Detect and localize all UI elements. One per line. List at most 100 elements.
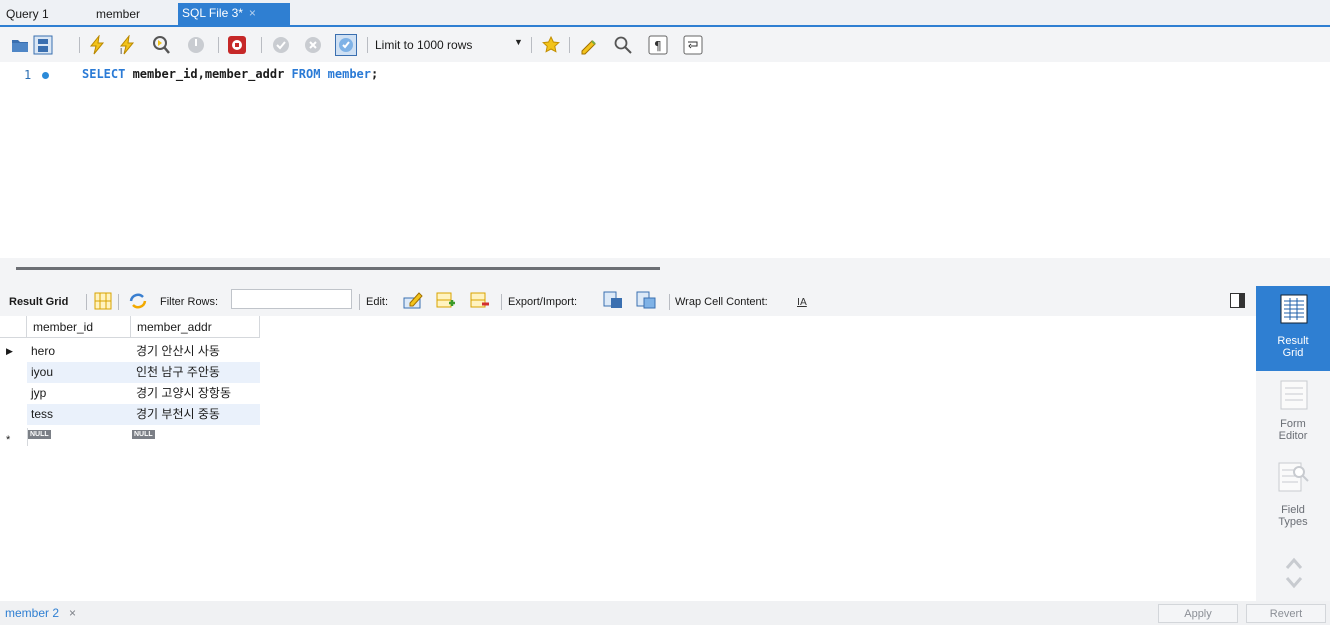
toolbar-separator <box>79 37 80 53</box>
invisible-chars-icon[interactable]: ¶ <box>648 35 668 55</box>
chevron-down-icon[interactable]: ▼ <box>514 37 523 47</box>
svg-text:I: I <box>120 47 122 55</box>
result-grid-view-button[interactable]: Result Grid <box>1256 286 1330 371</box>
rollback-icon[interactable] <box>303 35 323 55</box>
edit-label: Edit: <box>366 296 389 308</box>
filter-rows-input[interactable] <box>231 289 352 309</box>
sql-editor[interactable]: 1 SELECT member_id,member_addr FROM memb… <box>0 62 1330 258</box>
toolbar-separator <box>359 294 360 310</box>
sql-editor-toolbar: I Limit to 1000 rows ▼ ¶ <box>0 27 1330 62</box>
toolbar-separator <box>261 37 262 53</box>
tab-sql-file-3[interactable]: SQL File 3* × <box>178 3 290 25</box>
execute-current-icon[interactable]: I <box>117 35 137 55</box>
execute-icon[interactable] <box>87 35 107 55</box>
revert-button[interactable]: Revert <box>1246 604 1326 623</box>
null-badge[interactable]: NULL <box>28 430 51 439</box>
export-icon[interactable] <box>603 291 623 309</box>
close-tab-icon[interactable]: × <box>249 6 256 20</box>
splitter[interactable] <box>0 258 1330 286</box>
export-import-label: Export/Import: <box>508 296 578 308</box>
tab-label: Query 1 <box>6 7 49 21</box>
column-header-member-id[interactable]: member_id <box>27 316 131 338</box>
open-folder-icon[interactable] <box>10 35 30 55</box>
sql-statement[interactable]: SELECT member_id,member_addr FROM member… <box>82 67 378 81</box>
close-result-tab-icon[interactable]: × <box>69 606 76 620</box>
form-editor-label: Form <box>1280 418 1306 430</box>
stop-icon[interactable] <box>186 35 206 55</box>
form-editor-icon[interactable] <box>1280 380 1308 410</box>
insert-row-icon[interactable] <box>436 291 456 309</box>
table-cell[interactable]: jyp <box>27 383 131 404</box>
tab-member[interactable]: member <box>92 4 144 25</box>
field-types-label: Types <box>1278 516 1308 528</box>
result-grid-label: Grid <box>1282 347 1304 359</box>
result-toolbar: Result Grid Filter Rows: Edit: Export/Im… <box>0 286 1256 316</box>
table-cell[interactable]: 경기 부천시 중동 <box>131 404 260 425</box>
editor-tab-bar: Query 1 member SQL File 3* × <box>0 0 1330 27</box>
horizontal-scrollbar[interactable] <box>16 267 660 270</box>
grid-icon[interactable] <box>94 292 112 310</box>
sql-semicolon: ; <box>371 67 379 81</box>
wrap-icon[interactable] <box>683 35 703 55</box>
autocommit-icon[interactable] <box>335 34 357 56</box>
toolbar-separator <box>118 294 119 310</box>
tab-label: member <box>96 7 141 21</box>
sql-keyword: SELECT <box>82 67 126 81</box>
grid-divider <box>27 428 28 446</box>
sql-columns: member_id,member_addr <box>125 67 292 81</box>
table-cell[interactable]: tess <box>27 404 131 425</box>
toolbar-separator <box>501 294 502 310</box>
find-icon[interactable] <box>613 35 633 55</box>
wrap-cell-icon[interactable]: IA <box>796 294 810 308</box>
table-cell[interactable]: hero <box>27 341 131 362</box>
toolbar-separator <box>669 294 670 310</box>
form-editor-label: Editor <box>1278 430 1308 442</box>
row-header-corner <box>0 316 27 338</box>
table-cell[interactable]: 인천 남구 주안동 <box>131 362 260 383</box>
new-row-marker: * <box>6 434 11 446</box>
result-grid: member_id member_addr ▶ hero 경기 안산시 사동 i… <box>0 316 260 446</box>
line-number: 1 <box>24 68 32 82</box>
scroll-arrows-icon[interactable] <box>1285 556 1303 590</box>
edit-row-icon[interactable] <box>403 291 423 309</box>
toolbar-separator <box>218 37 219 53</box>
statement-marker-icon <box>42 72 49 79</box>
wrap-cell-content-label: Wrap Cell Content: <box>675 296 768 308</box>
field-types-label: Field <box>1281 504 1305 516</box>
field-types-icon[interactable] <box>1278 462 1310 492</box>
beautify-icon[interactable] <box>579 35 599 55</box>
column-header-member-addr[interactable]: member_addr <box>131 316 260 338</box>
toggle-error-icon[interactable] <box>227 35 247 55</box>
apply-button[interactable]: Apply <box>1158 604 1238 623</box>
table-cell[interactable]: 경기 고양시 장항동 <box>131 383 260 404</box>
tab-query-1[interactable]: Query 1 <box>2 4 53 25</box>
svg-text:IA: IA <box>797 297 807 308</box>
result-grid-label: Result Grid <box>9 296 69 308</box>
filter-rows-label: Filter Rows: <box>160 296 219 308</box>
save-icon[interactable] <box>33 35 53 55</box>
result-grid-icon <box>1280 294 1308 324</box>
sql-keyword: FROM <box>291 67 321 81</box>
sql-table: member <box>320 67 372 81</box>
bookmark-star-icon[interactable] <box>541 35 561 55</box>
import-icon[interactable] <box>636 291 656 309</box>
null-badge[interactable]: NULL <box>132 430 155 439</box>
table-cell[interactable]: iyou <box>27 362 131 383</box>
result-tab-bar: member 2 × Apply Revert <box>0 601 1330 625</box>
commit-icon[interactable] <box>271 35 291 55</box>
toolbar-separator <box>86 294 87 310</box>
toolbar-separator <box>531 37 532 53</box>
result-tab-member-2[interactable]: member 2 <box>5 606 59 620</box>
result-grid-label: Result <box>1277 335 1309 347</box>
table-cell[interactable]: 경기 안산시 사동 <box>131 341 260 362</box>
delete-row-icon[interactable] <box>470 291 490 309</box>
toggle-panel-icon[interactable] <box>1230 293 1245 308</box>
current-row-marker: ▶ <box>6 346 13 356</box>
toolbar-separator <box>569 37 570 53</box>
refresh-icon[interactable] <box>128 292 148 310</box>
limit-rows-select[interactable]: Limit to 1000 rows <box>375 36 472 54</box>
explain-icon[interactable] <box>151 35 171 55</box>
result-side-panel: Result Grid Form Editor Field Types <box>1256 286 1330 601</box>
svg-text:¶: ¶ <box>654 39 662 53</box>
tab-label: SQL File 3* <box>182 6 243 20</box>
